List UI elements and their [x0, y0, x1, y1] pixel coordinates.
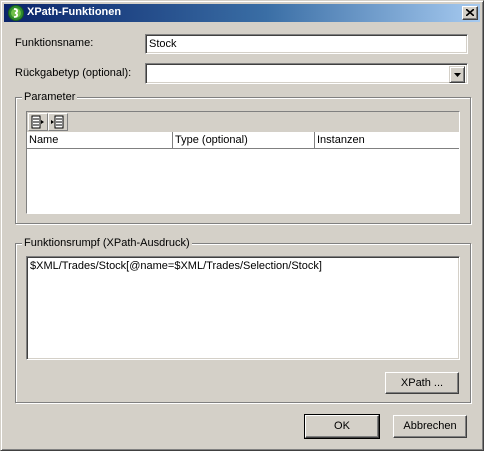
function-name-label: Funktionsname: — [15, 37, 94, 49]
column-header-type[interactable]: Type (optional) — [173, 132, 315, 149]
insert-parameter-button[interactable] — [48, 113, 68, 131]
function-name-input[interactable]: Stock — [145, 34, 468, 54]
function-name-value: Stock — [149, 38, 177, 50]
return-type-combobox[interactable] — [145, 63, 468, 84]
title-bar[interactable]: XPath-Funktionen — [4, 4, 480, 22]
parameter-group-title: Parameter — [22, 91, 78, 103]
chevron-down-icon — [454, 73, 461, 77]
close-button[interactable] — [462, 6, 478, 20]
return-type-dropdown-button[interactable] — [449, 66, 465, 83]
xpath-builder-button[interactable]: XPath ... — [385, 372, 459, 394]
close-icon — [466, 9, 474, 16]
append-parameter-button[interactable] — [28, 113, 48, 131]
append-row-icon — [31, 115, 44, 129]
ok-button[interactable]: OK — [304, 414, 380, 439]
return-type-label: Rückgabetyp (optional): — [15, 67, 132, 79]
parameter-toolbar — [26, 111, 460, 133]
window-title: XPath-Funktionen — [27, 6, 122, 18]
column-header-name[interactable]: Name — [27, 132, 173, 149]
xpath-expression-textarea[interactable]: $XML/Trades/Stock[@name=$XML/Trades/Sele… — [26, 256, 460, 360]
app-icon — [8, 5, 24, 21]
function-body-group-title: Funktionsrumpf (XPath-Ausdruck) — [22, 237, 192, 249]
column-header-instances[interactable]: Instanzen — [315, 132, 459, 149]
ok-button-label: OK — [334, 420, 350, 432]
cancel-button[interactable]: Abbrechen — [393, 415, 467, 438]
xpath-expression-text: $XML/Trades/Stock[@name=$XML/Trades/Sele… — [30, 260, 322, 272]
xpath-functions-dialog: XPath-Funktionen Funktionsname: Stock Rü… — [0, 0, 484, 451]
parameter-table[interactable]: Name Type (optional) Instanzen — [26, 132, 460, 214]
cancel-button-label: Abbrechen — [403, 420, 457, 432]
insert-row-icon — [51, 115, 64, 129]
